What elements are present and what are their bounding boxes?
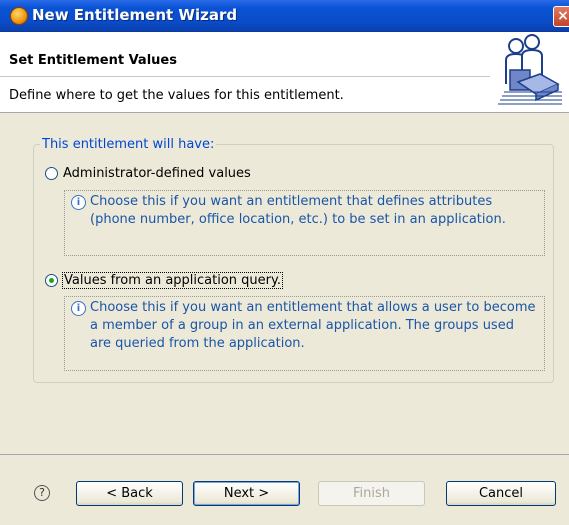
- next-button[interactable]: Next >: [193, 481, 300, 506]
- info-box-application-query: i Choose this if you want an entitlement…: [64, 296, 545, 371]
- help-icon[interactable]: ?: [34, 485, 50, 501]
- info-icon: i: [71, 301, 86, 316]
- cancel-button[interactable]: Cancel: [446, 481, 556, 506]
- close-button[interactable]: ×: [553, 6, 569, 27]
- option-application-query[interactable]: Values from an application query.: [45, 272, 283, 289]
- info-text: Choose this if you want an entitlement t…: [90, 194, 506, 227]
- info-icon: i: [71, 195, 86, 210]
- app-icon: [10, 7, 28, 25]
- finish-button: Finish: [318, 481, 425, 506]
- title-bar[interactable]: New Entitlement Wizard ×: [0, 0, 569, 32]
- radio-application-query[interactable]: [45, 274, 58, 287]
- radio-admin-defined[interactable]: [45, 167, 58, 180]
- wizard-people-icon: [498, 34, 562, 108]
- header-divider: [0, 76, 490, 77]
- option-label[interactable]: Values from an application query.: [62, 272, 283, 289]
- window-title: New Entitlement Wizard: [32, 6, 238, 24]
- wizard-header: Set Entitlement Values Define where to g…: [0, 32, 569, 113]
- footer-divider: [0, 454, 569, 455]
- group-legend: This entitlement will have:: [40, 137, 217, 152]
- page-description: Define where to get the values for this …: [9, 88, 344, 103]
- info-text: Choose this if you want an entitlement t…: [90, 300, 536, 351]
- wizard-window: New Entitlement Wizard × Set Entitlement…: [0, 0, 569, 525]
- option-label[interactable]: Administrator-defined values: [63, 166, 251, 181]
- info-box-admin-defined: i Choose this if you want an entitlement…: [64, 190, 545, 256]
- option-admin-defined[interactable]: Administrator-defined values: [45, 166, 251, 181]
- back-button[interactable]: < Back: [76, 481, 183, 506]
- page-title: Set Entitlement Values: [9, 53, 177, 68]
